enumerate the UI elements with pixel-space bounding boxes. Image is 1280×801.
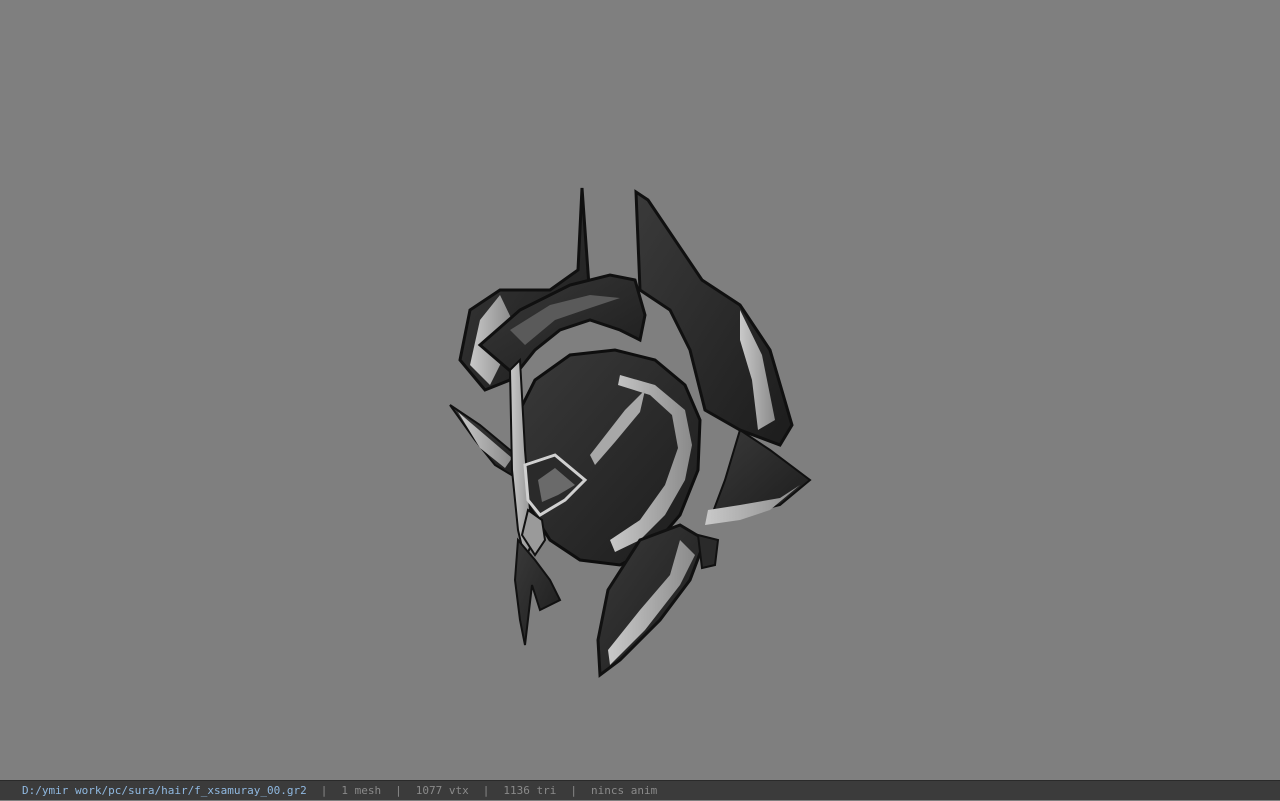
separator: | (482, 783, 490, 797)
separator: | (570, 783, 577, 797)
file-path-label: D:/ymir work/pc/sura/hair/f_xsamuray_00.… (22, 783, 307, 797)
separator: | (395, 783, 402, 797)
vertex-count-label: 1077 vtx (415, 783, 469, 797)
helmet-model-icon (449, 187, 812, 678)
mesh-count-label: 1 mesh (341, 783, 382, 797)
animation-label: nincs anim (591, 783, 658, 797)
3d-viewport[interactable] (0, 0, 1280, 780)
separator: | (320, 783, 328, 797)
status-bar: D:/ymir work/pc/sura/hair/f_xsamuray_00.… (0, 780, 1280, 800)
triangle-count-label: 1136 tri (503, 783, 557, 797)
